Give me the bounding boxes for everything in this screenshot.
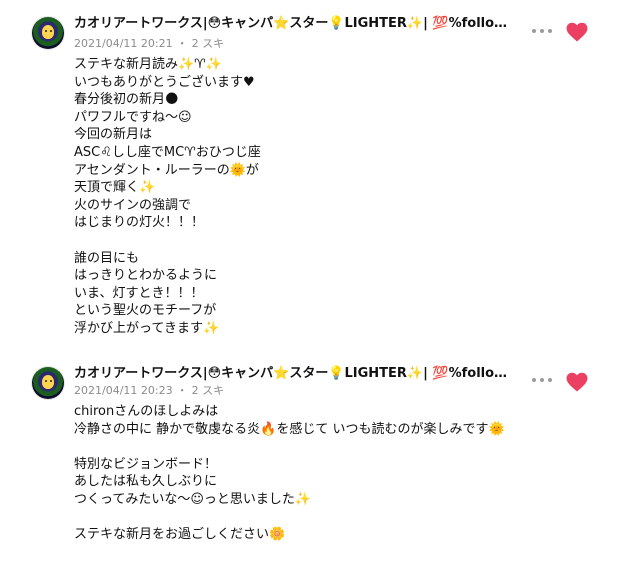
comment-text: chironさんのほしよみは 冷静さの中に 静かで敬虔なる炎🔥を感じて いつも読…: [74, 404, 505, 543]
comment-author[interactable]: カオリアートワークス|😳キャンパ⭐スター💡LIGHTER✨| 💯%follow …: [74, 15, 514, 33]
more-dots-icon[interactable]: [532, 25, 552, 37]
like-count[interactable]: 2 スキ: [192, 384, 225, 397]
heart-icon[interactable]: [566, 22, 588, 42]
comment-text: ステキな新月読み✨♈✨ いつもありがとうございます♥ 春分後初の新月🌑 パワフル…: [74, 57, 261, 336]
more-dots-icon[interactable]: [532, 374, 552, 386]
comment-item: カオリアートワークス|😳キャンパ⭐スター💡LIGHTER✨| 💯%follow …: [0, 0, 624, 350]
comment-date: 2021/04/11 20:21: [74, 37, 173, 50]
heart-icon[interactable]: [566, 372, 588, 392]
comment-meta: 2021/04/11 20:23 ・ 2 スキ: [74, 384, 225, 397]
like-count[interactable]: 2 スキ: [192, 37, 225, 50]
avatar[interactable]: [32, 367, 64, 399]
comment-meta: 2021/04/11 20:21 ・ 2 スキ: [74, 37, 225, 50]
avatar[interactable]: [32, 17, 64, 49]
comment-item: カオリアートワークス|😳キャンパ⭐スター💡LIGHTER✨| 💯%follow …: [0, 350, 624, 564]
comment-date: 2021/04/11 20:23: [74, 384, 173, 397]
comment-author[interactable]: カオリアートワークス|😳キャンパ⭐スター💡LIGHTER✨| 💯%follow …: [74, 365, 514, 383]
